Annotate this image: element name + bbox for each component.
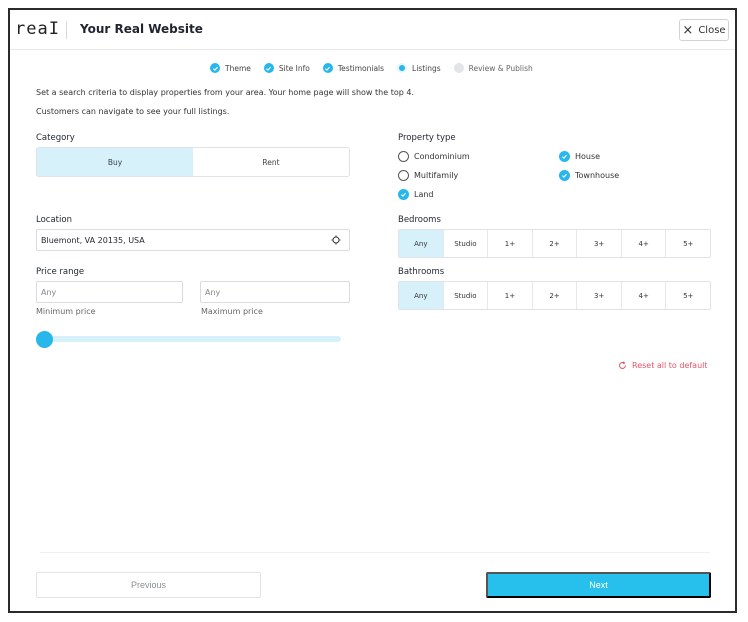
- intro-text-secondary: Customers can navigate to see your full …: [36, 107, 230, 116]
- option-label: Condominium: [414, 152, 470, 161]
- header: reaӀ Your Real Website × Close: [10, 10, 735, 50]
- step-label: Review & Publish: [468, 63, 533, 73]
- step-review-publish[interactable]: Review & Publish: [453, 63, 533, 73]
- check-icon: [263, 63, 274, 73]
- location-label: Location: [36, 215, 72, 225]
- min-price-input[interactable]: Any: [36, 281, 183, 303]
- step-label: Site Info: [278, 63, 310, 73]
- option-label: Multifamily: [414, 171, 459, 180]
- bathrooms-label: Bathrooms: [398, 267, 445, 277]
- unchecked-icon: [398, 151, 409, 162]
- price-slider-track[interactable]: [44, 336, 341, 342]
- category-label: Category: [36, 133, 75, 143]
- step-theme[interactable]: Theme: [210, 63, 251, 73]
- bathrooms-option-2plus[interactable]: 2+: [531, 282, 577, 309]
- bathrooms-option-3plus[interactable]: 3+: [576, 282, 621, 309]
- progress-stepper: Theme Site Info Testimonials Listings Re…: [210, 63, 540, 73]
- step-label: Theme: [225, 63, 251, 73]
- brand-logo: reaӀ: [15, 19, 60, 39]
- bedrooms-label: Bedrooms: [398, 215, 441, 225]
- price-slider-handle[interactable]: [36, 331, 53, 348]
- locate-icon[interactable]: [331, 235, 341, 245]
- close-label: Close: [698, 24, 726, 36]
- property-type-label: Property type: [398, 133, 456, 143]
- option-label: House: [575, 152, 601, 161]
- max-price-caption: Maximum price: [201, 307, 263, 316]
- bedrooms-option-any[interactable]: Any: [399, 230, 443, 257]
- bathrooms-option-5plus[interactable]: 5+: [665, 282, 710, 309]
- bathrooms-option-studio[interactable]: Studio: [442, 282, 488, 309]
- bathrooms-option-any[interactable]: Any: [399, 282, 443, 309]
- page-title: Your Real Website: [80, 22, 203, 36]
- check-icon: [398, 189, 409, 200]
- bedrooms-option-3plus[interactable]: 3+: [576, 230, 621, 257]
- bedrooms-option-studio[interactable]: Studio: [442, 230, 488, 257]
- step-listings[interactable]: Listings: [397, 63, 441, 73]
- step-testimonials[interactable]: Testimonials: [322, 63, 385, 73]
- location-value: Bluemont, VA 20135, USA: [41, 235, 145, 245]
- property-option-house[interactable]: House: [559, 151, 600, 162]
- property-option-condominium[interactable]: Condominium: [398, 151, 470, 162]
- wizard-window: reaӀ Your Real Website × Close Theme Sit…: [8, 8, 737, 613]
- footer-divider: [40, 552, 710, 553]
- next-button[interactable]: Next: [486, 572, 711, 598]
- unchecked-icon: [398, 170, 409, 181]
- step-label: Testimonials: [337, 63, 385, 73]
- location-input[interactable]: Bluemont, VA 20135, USA: [36, 229, 350, 251]
- header-divider: [66, 21, 67, 39]
- property-option-land[interactable]: Land: [398, 189, 434, 200]
- bedrooms-option-2plus[interactable]: 2+: [531, 230, 577, 257]
- bedrooms-selector: Any Studio 1+ 2+ 3+ 4+ 5+: [398, 229, 711, 258]
- category-buy-option[interactable]: Buy: [37, 148, 193, 176]
- refresh-icon: [619, 361, 626, 369]
- option-label: Land: [414, 190, 434, 199]
- check-icon: [210, 63, 220, 73]
- step-site-info[interactable]: Site Info: [263, 63, 310, 73]
- check-icon: [322, 63, 333, 73]
- check-icon: [559, 170, 570, 181]
- category-toggle: Buy Rent: [36, 147, 350, 177]
- min-price-caption: Minimum price: [36, 307, 96, 316]
- bathrooms-selector: Any Studio 1+ 2+ 3+ 4+ 5+: [398, 281, 711, 310]
- price-range-label: Price range: [36, 267, 85, 277]
- reset-label: Reset all to default: [632, 361, 708, 370]
- previous-button[interactable]: Previous: [36, 572, 261, 598]
- property-option-townhouse[interactable]: Townhouse: [559, 170, 619, 181]
- close-icon: ×: [682, 22, 694, 38]
- step-label: Listings: [412, 63, 441, 73]
- property-option-multifamily[interactable]: Multifamily: [398, 170, 458, 181]
- intro-text: Set a search criteria to display propert…: [36, 88, 414, 97]
- pending-step-icon: [453, 63, 464, 73]
- bedrooms-option-1plus[interactable]: 1+: [487, 230, 532, 257]
- max-price-input[interactable]: Any: [200, 281, 350, 303]
- current-step-icon: [397, 63, 408, 73]
- category-rent-option[interactable]: Rent: [193, 148, 349, 176]
- check-icon: [559, 151, 570, 162]
- bathrooms-option-4plus[interactable]: 4+: [620, 282, 666, 309]
- reset-all-link[interactable]: Reset all to default: [618, 361, 708, 370]
- bathrooms-option-1plus[interactable]: 1+: [487, 282, 532, 309]
- close-button[interactable]: × Close: [679, 19, 729, 41]
- bedrooms-option-5plus[interactable]: 5+: [665, 230, 710, 257]
- bedrooms-option-4plus[interactable]: 4+: [620, 230, 666, 257]
- option-label: Townhouse: [575, 171, 620, 180]
